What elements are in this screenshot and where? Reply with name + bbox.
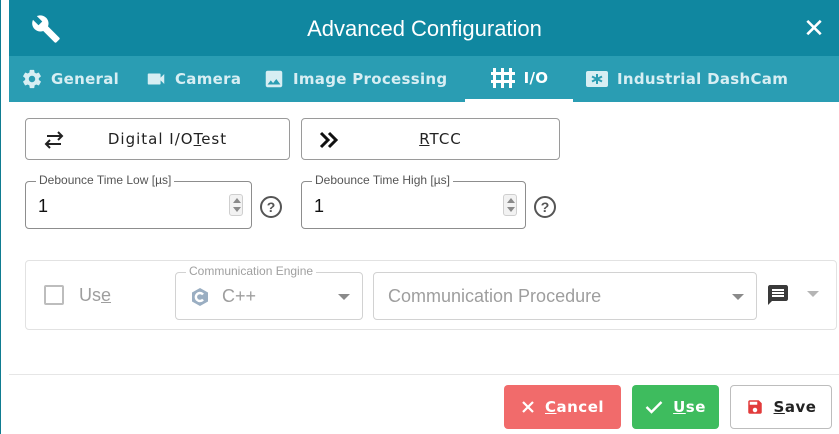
comment-icon[interactable]	[765, 283, 791, 312]
footer-divider	[9, 374, 839, 375]
comment-dropdown-icon[interactable]	[807, 291, 819, 297]
debounce-high-value[interactable]: 1	[314, 196, 324, 217]
rtcc-mnemonic: R	[419, 130, 430, 148]
tab-camera-label: Camera	[175, 70, 242, 88]
tab-bar: General Camera Image Processing I/O Indu…	[9, 56, 839, 102]
communication-engine-select[interactable]: Communication Engine C++	[175, 264, 363, 320]
cancel-mnemonic: C	[544, 398, 557, 416]
communication-procedure-placeholder: Communication Procedure	[388, 286, 602, 306]
cancel-label: Cancel	[545, 398, 604, 416]
debounce-low-label: Debounce Time Low [µs]	[36, 173, 175, 187]
dialog: Advanced Configuration ✕ General Camera …	[0, 0, 839, 434]
tab-io-label: I/O	[523, 68, 549, 87]
save-mnemonic: S	[773, 398, 785, 416]
dashcam-icon	[586, 71, 608, 87]
communication-engine-label: Communication Engine	[186, 264, 317, 278]
double-chevron-right-icon	[318, 131, 340, 153]
io-icon	[490, 67, 515, 88]
communication-engine-value: C++	[222, 286, 257, 306]
debounce-low-help-icon[interactable]: ?	[260, 196, 282, 218]
close-icon	[522, 401, 534, 413]
communication-procedure-select[interactable]: Communication Procedure	[373, 272, 757, 320]
digital-io-test-button[interactable]: Digital I/OTest	[25, 118, 290, 160]
save-button[interactable]: Save	[730, 385, 832, 429]
tab-general-label: General	[51, 70, 120, 88]
use-mnemonic: U	[673, 398, 686, 416]
rtcc-text: TCC	[429, 130, 462, 148]
save-label: Save	[774, 398, 817, 416]
dialog-title: Advanced Configuration	[307, 16, 542, 41]
chevron-down-icon	[338, 294, 350, 300]
image-icon	[265, 70, 283, 88]
swap-arrows-icon	[42, 131, 66, 153]
tab-camera[interactable]: Camera	[145, 56, 241, 102]
use-button[interactable]: Use	[632, 385, 719, 429]
debounce-high-spinner[interactable]	[503, 194, 517, 216]
checkmark-icon	[645, 401, 663, 414]
tab-io[interactable]: I/O	[465, 56, 573, 102]
debounce-high-field[interactable]: Debounce Time High [µs] 1	[301, 173, 526, 229]
tab-general[interactable]: General	[21, 56, 119, 102]
rtcc-label: RTCC	[302, 130, 559, 148]
debounce-low-value[interactable]: 1	[38, 196, 48, 217]
close-icon[interactable]: ✕	[798, 12, 830, 44]
use-checkbox-text: Us	[79, 285, 101, 305]
digital-io-test-text-end: est	[201, 130, 228, 148]
rtcc-button[interactable]: RTCC	[301, 118, 560, 160]
debounce-high-help-icon[interactable]: ?	[534, 196, 556, 218]
use-checkbox-mnemonic: e	[101, 285, 112, 305]
video-camera-icon	[147, 73, 165, 85]
cancel-button[interactable]: Cancel	[504, 385, 621, 429]
gear-icon	[23, 69, 41, 89]
cpp-logo-icon	[190, 287, 210, 312]
tab-industrial-dashcam-label: Industrial DashCam	[617, 70, 789, 88]
tab-image-processing[interactable]: Image Processing	[263, 56, 447, 102]
debounce-low-spinner[interactable]	[229, 194, 243, 216]
cancel-text: ancel	[556, 398, 605, 416]
use-checkbox[interactable]	[44, 285, 64, 305]
debounce-low-field[interactable]: Debounce Time Low [µs] 1	[25, 173, 252, 229]
digital-io-test-text: Digital I/O	[107, 130, 194, 148]
tab-industrial-dashcam[interactable]: Industrial DashCam	[585, 56, 788, 102]
save-text: ave	[784, 398, 817, 416]
use-checkbox-label: Use	[79, 285, 111, 306]
use-text: se	[685, 398, 706, 416]
tab-image-processing-label: Image Processing	[293, 70, 448, 88]
chevron-down-icon	[732, 294, 744, 300]
title-bar: Advanced Configuration ✕	[9, 0, 839, 56]
floppy-disk-icon	[747, 400, 762, 414]
debounce-high-label: Debounce Time High [µs]	[312, 173, 453, 187]
use-label: Use	[673, 398, 706, 416]
